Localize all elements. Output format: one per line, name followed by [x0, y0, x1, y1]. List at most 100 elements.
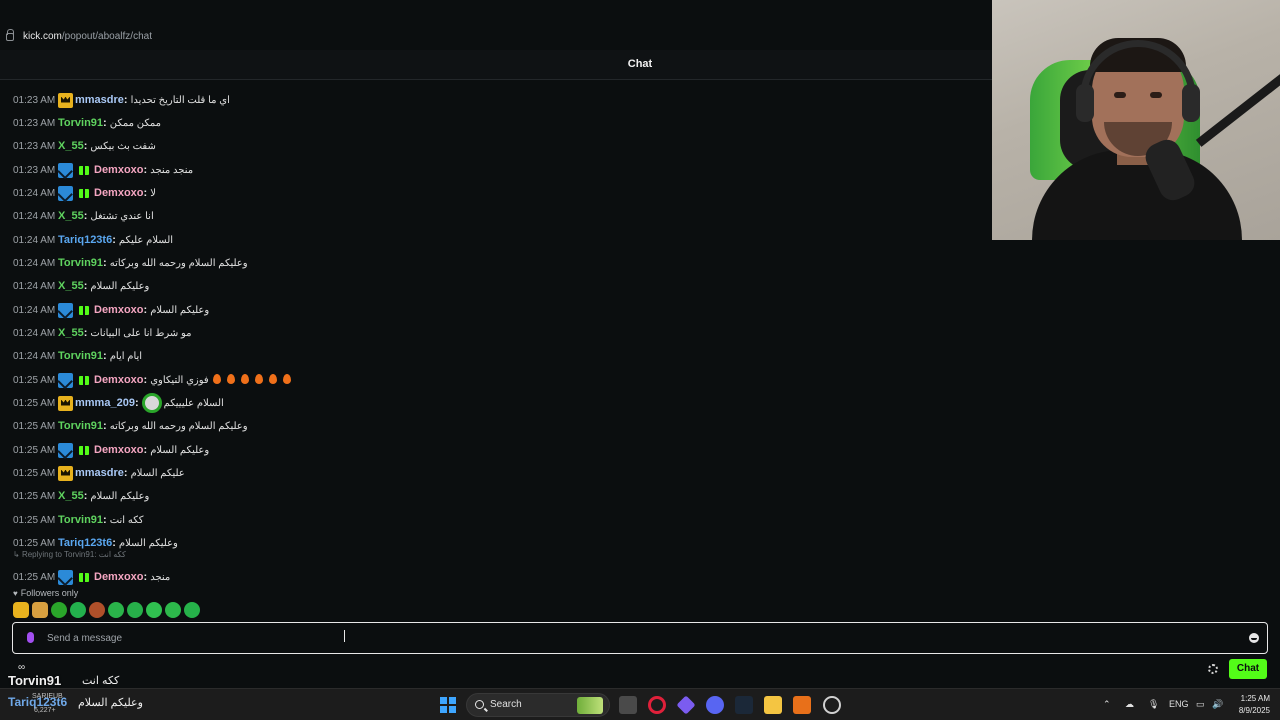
steam-icon[interactable]: [735, 696, 753, 714]
chat-message[interactable]: 01:25 AM Torvin91: ككه انت: [13, 511, 144, 529]
chat-message[interactable]: 01:23 AM mmasdre: اي ما قلت التاريخ تحديدا: [13, 91, 230, 109]
chat-message[interactable]: 01:24 AM Demxoxo: لا: [13, 184, 156, 202]
message-username[interactable]: mmasdre: [75, 467, 124, 479]
sword-badge-icon[interactable]: [58, 442, 73, 458]
message-username[interactable]: Torvin91: [58, 420, 103, 432]
message-username[interactable]: Torvin91: [58, 257, 103, 269]
gift-badge-icon[interactable]: [78, 303, 90, 318]
url-text[interactable]: kick.com/popout/aboalfz/chat: [23, 31, 152, 42]
chat-message-list[interactable]: 01:23 AM mmasdre: اي ما قلت التاريخ تحديدا…: [0, 82, 1280, 585]
app-icon[interactable]: [676, 695, 696, 715]
quick-emote-icon[interactable]: [70, 602, 86, 618]
quick-emote-icon[interactable]: [51, 602, 67, 618]
chevron-up-icon[interactable]: ⌃: [1103, 699, 1111, 710]
message-username[interactable]: Demxoxo: [94, 164, 144, 176]
message-username[interactable]: X_55: [58, 490, 84, 502]
sword-badge-icon[interactable]: [58, 302, 73, 318]
message-text: اي ما قلت التاريخ تحديدا: [130, 94, 230, 106]
message-username[interactable]: Demxoxo: [94, 444, 144, 456]
message-username[interactable]: X_55: [58, 280, 84, 292]
message-text: السلام عليكم: [118, 234, 174, 246]
emote-bar[interactable]: [13, 602, 200, 618]
sword-badge-icon[interactable]: [58, 185, 73, 201]
message-username[interactable]: X_55: [58, 140, 84, 152]
chat-message[interactable]: 01:24 AM X_55: مو شرط انا على البيانات: [13, 324, 192, 342]
quick-emote-icon[interactable]: [108, 602, 124, 618]
crown-badge-icon[interactable]: [58, 92, 73, 108]
message-username[interactable]: Torvin91: [58, 350, 103, 362]
browser-url-bar[interactable]: kick.com/popout/aboalfz/chat: [0, 0, 992, 50]
cloud-icon[interactable]: ☁: [1125, 699, 1134, 710]
sword-badge-icon[interactable]: [58, 372, 73, 388]
volume-icon[interactable]: 🔊: [1212, 699, 1223, 710]
fire-emoji-icon: [268, 374, 277, 384]
sword-badge-icon[interactable]: [58, 569, 73, 585]
taskbar-search[interactable]: Search: [466, 693, 610, 717]
message-username[interactable]: X_55: [58, 210, 84, 222]
message-username[interactable]: Torvin91: [58, 117, 103, 129]
message-timestamp: 01:25 AM: [13, 374, 56, 386]
file-explorer-icon[interactable]: [764, 696, 782, 714]
chat-message[interactable]: 01:25 AM Demxoxo: فوزي التيكاوي: [13, 371, 297, 389]
message-username[interactable]: mmasdre: [75, 94, 124, 106]
chat-message[interactable]: 01:25 AM Demxoxo: وعليكم السلام: [13, 441, 209, 459]
app-icon[interactable]: [793, 696, 811, 714]
message-username[interactable]: Demxoxo: [94, 374, 144, 386]
network-icon[interactable]: ▭: [1196, 699, 1205, 710]
message-username[interactable]: Tariq123t6: [58, 537, 112, 549]
chat-message[interactable]: 01:24 AM Tariq123t6: السلام عليكم: [13, 231, 173, 249]
chat-message[interactable]: 01:25 AM mmma_209: السلام عليييكم: [13, 393, 224, 413]
message-text: ايام ايام: [109, 350, 143, 362]
mic-tray-icon[interactable]: 🎙: [1148, 699, 1159, 710]
message-username[interactable]: Demxoxo: [94, 571, 144, 583]
chat-input[interactable]: Send a message: [12, 622, 1268, 654]
chat-message[interactable]: 01:24 AM Torvin91: ايام ايام: [13, 347, 142, 365]
windows-start-icon[interactable]: [440, 697, 456, 713]
quick-emote-icon[interactable]: [127, 602, 143, 618]
gift-badge-icon[interactable]: [78, 163, 90, 178]
chat-message[interactable]: 01:24 AM Demxoxo: وعليكم السلام: [13, 301, 209, 319]
quick-emote-icon[interactable]: [184, 602, 200, 618]
chat-message[interactable]: 01:25 AM Torvin91: وعليكم السلام ورحمه الل…: [13, 417, 248, 435]
crown-badge-icon[interactable]: [58, 395, 73, 411]
message-username[interactable]: mmma_209: [75, 397, 135, 409]
message-username[interactable]: X_55: [58, 327, 84, 339]
gift-badge-icon[interactable]: [78, 186, 90, 201]
sword-badge-icon[interactable]: [58, 162, 73, 178]
quick-emote-icon[interactable]: [146, 602, 162, 618]
chat-message[interactable]: 01:25 AM mmasdre: عليكم السلام: [13, 464, 185, 482]
message-username[interactable]: Torvin91: [58, 514, 103, 526]
quick-emote-icon[interactable]: [13, 602, 29, 618]
chat-message[interactable]: 01:23 AM Demxoxo: منجد منجد: [13, 161, 193, 179]
send-chat-button[interactable]: Chat: [1229, 659, 1267, 679]
chat-message[interactable]: 01:24 AM Torvin91: وعليكم السلام ورحمه الل…: [13, 254, 248, 272]
message-username[interactable]: Tariq123t6: [58, 234, 112, 246]
gear-icon[interactable]: [1208, 664, 1218, 674]
clock[interactable]: 1:25 AM 8/9/2025: [1239, 693, 1270, 717]
emoji-icon[interactable]: [1249, 633, 1259, 643]
opera-icon[interactable]: [648, 696, 666, 714]
message-timestamp: 01:25 AM: [13, 514, 56, 526]
message-text: وعليكم السلام: [150, 304, 210, 316]
message-text: شفت بث بيكس: [90, 140, 156, 152]
language-indicator[interactable]: ENG: [1169, 699, 1189, 709]
chrome-icon[interactable]: [823, 696, 841, 714]
gift-badge-icon[interactable]: [78, 443, 90, 458]
chat-message[interactable]: 01:24 AM X_55: انا عندي تشتغل: [13, 207, 154, 225]
gift-badge-icon[interactable]: [78, 373, 90, 388]
discord-icon[interactable]: [706, 696, 724, 714]
message-username[interactable]: Demxoxo: [94, 187, 144, 199]
chat-message[interactable]: 01:23 AM X_55: شفت بث بيكس: [13, 137, 156, 155]
quick-emote-icon[interactable]: [165, 602, 181, 618]
gift-badge-icon[interactable]: [78, 570, 90, 585]
message-username[interactable]: Demxoxo: [94, 304, 144, 316]
crown-badge-icon[interactable]: [58, 465, 73, 481]
chat-message[interactable]: 01:24 AM X_55: وعليكم السلام: [13, 277, 149, 295]
task-view-icon[interactable]: [619, 696, 637, 714]
mic-icon[interactable]: [27, 632, 34, 643]
chat-message[interactable]: 01:25 AM X_55: وعليكم السلام: [13, 487, 149, 505]
chat-message[interactable]: 01:23 AM Torvin91: ممكن ممكن: [13, 114, 161, 132]
chat-message[interactable]: 01:25 AM Demxoxo: منجد: [13, 568, 170, 586]
quick-emote-icon[interactable]: [32, 602, 48, 618]
quick-emote-icon[interactable]: [89, 602, 105, 618]
